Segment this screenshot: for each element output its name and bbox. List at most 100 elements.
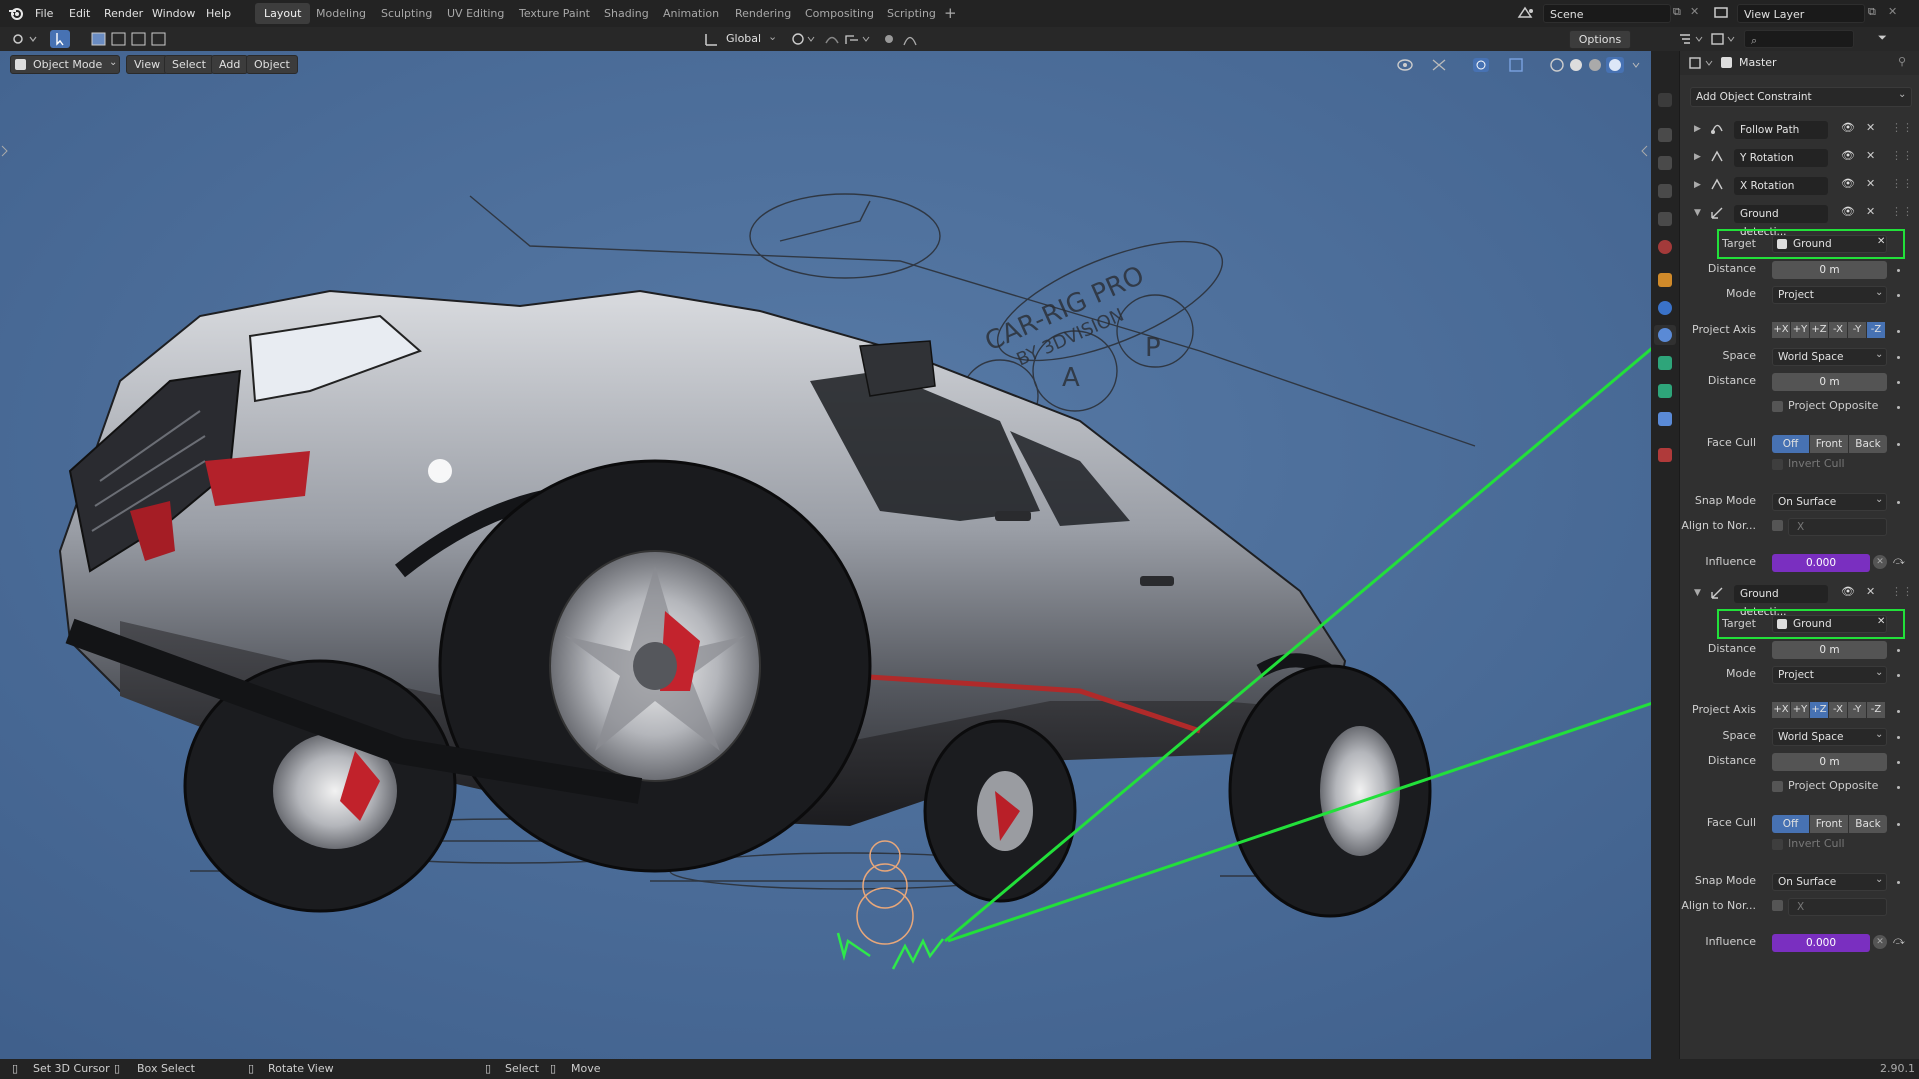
orientation-dropdown[interactable]: Global	[726, 30, 761, 48]
project-distance-field[interactable]: 0 m	[1772, 753, 1887, 771]
axis-pos-y[interactable]: +Y	[1791, 322, 1809, 338]
drag-handle-icon[interactable]: ⋮⋮	[1891, 121, 1913, 134]
editor-type-icon[interactable]	[10, 30, 38, 48]
add-constraint-chevron-icon[interactable]: ⌄	[1898, 89, 1906, 100]
collapse-arrow-icon[interactable]: ▼	[1694, 588, 1701, 598]
tab-rendering[interactable]: Rendering	[726, 3, 800, 24]
render-tab-icon[interactable]	[1658, 128, 1672, 142]
keyframe-dot[interactable]	[1897, 786, 1900, 789]
project-distance-field[interactable]: 0 m	[1772, 373, 1887, 391]
face-cull-front[interactable]: Front	[1810, 815, 1848, 833]
influence-slider[interactable]: 0.000	[1772, 934, 1870, 952]
scene-close-icon[interactable]: ✕	[1690, 5, 1699, 18]
scene-tab-icon[interactable]	[1658, 212, 1672, 226]
align-to-normal-checkbox[interactable]	[1772, 520, 1783, 531]
constraint-name-field[interactable]: X Rotation	[1734, 177, 1828, 195]
options-button[interactable]: Options	[1569, 30, 1631, 49]
chevron-down-icon[interactable]: ⌄	[1875, 349, 1883, 360]
space-dropdown[interactable]: World Space	[1772, 728, 1887, 746]
outliner-editor-icon[interactable]	[1678, 31, 1706, 47]
axis-pos-z[interactable]: +Z	[1810, 322, 1828, 338]
eye-icon[interactable]: 👁	[1841, 121, 1855, 134]
keyframe-dot[interactable]	[1897, 294, 1900, 297]
invert-cull-checkbox[interactable]	[1772, 839, 1783, 850]
tab-animation[interactable]: Animation	[654, 3, 728, 24]
tab-compositing[interactable]: Compositing	[796, 3, 883, 24]
add-object-constraint-dropdown[interactable]: Add Object Constraint	[1690, 87, 1912, 107]
tab-texture-paint[interactable]: Texture Paint	[510, 3, 599, 24]
face-cull-off[interactable]: Off	[1772, 815, 1809, 833]
constraint-name-field[interactable]: Ground detecti...	[1734, 585, 1828, 618]
view-menu[interactable]: View	[126, 55, 169, 74]
keyframe-dot[interactable]	[1897, 649, 1900, 652]
eye-icon[interactable]: 👁	[1841, 585, 1855, 598]
eye-icon[interactable]: 👁	[1841, 149, 1855, 162]
mode-dropdown[interactable]: Project	[1772, 666, 1887, 684]
object-tab-icon[interactable]	[1658, 273, 1672, 287]
select-tool-icon[interactable]	[50, 30, 70, 48]
menu-help[interactable]: Help	[199, 0, 238, 27]
expand-arrow-icon[interactable]: ▶	[1694, 180, 1701, 190]
align-axis-dropdown[interactable]: X	[1788, 898, 1887, 916]
keyframe-dot[interactable]	[1897, 761, 1900, 764]
snap-mode-dropdown[interactable]: On Surface	[1772, 493, 1887, 511]
axis-pos-x[interactable]: +X	[1772, 702, 1790, 718]
axis-neg-x[interactable]: -X	[1829, 702, 1847, 718]
menu-file[interactable]: File	[28, 0, 60, 27]
bone-constraint-tab-icon[interactable]	[1658, 412, 1672, 426]
keyframe-dot[interactable]	[1897, 443, 1900, 446]
target-field[interactable]: Ground	[1772, 235, 1887, 253]
keyframe-dot[interactable]	[1897, 823, 1900, 826]
tab-sculpting[interactable]: Sculpting	[372, 3, 441, 24]
face-cull-front[interactable]: Front	[1810, 435, 1848, 453]
snap-icon[interactable]	[823, 30, 871, 48]
influence-slider[interactable]: 0.000	[1772, 554, 1870, 572]
eye-icon[interactable]: 👁	[1841, 177, 1855, 190]
keyframe-dot[interactable]	[1897, 736, 1900, 739]
axis-neg-z[interactable]: -Z	[1867, 702, 1885, 718]
target-field[interactable]: Ground	[1772, 615, 1887, 633]
axis-pos-z[interactable]: +Z	[1810, 702, 1828, 718]
drag-handle-icon[interactable]: ⋮⋮	[1891, 149, 1913, 162]
expand-arrow-icon[interactable]: ▶	[1694, 152, 1701, 162]
snap-mode-dropdown[interactable]: On Surface	[1772, 873, 1887, 891]
face-cull-back[interactable]: Back	[1849, 435, 1887, 453]
axis-neg-y[interactable]: -Y	[1848, 702, 1866, 718]
menu-render[interactable]: Render	[97, 0, 150, 27]
collapse-arrow-icon[interactable]: ▼	[1694, 208, 1701, 218]
project-opposite-checkbox[interactable]	[1772, 401, 1783, 412]
view-layer-field[interactable]: View Layer	[1737, 4, 1865, 23]
tab-scripting[interactable]: Scripting	[878, 3, 945, 24]
expand-arrow-icon[interactable]: ▶	[1694, 124, 1701, 134]
axis-neg-x[interactable]: -X	[1829, 322, 1847, 338]
constraint-name-field[interactable]: Ground detecti...	[1734, 205, 1828, 238]
menu-window[interactable]: Window	[145, 0, 202, 27]
axis-neg-z[interactable]: -Z	[1867, 322, 1885, 338]
chevron-down-icon[interactable]: ⌄	[1875, 287, 1883, 298]
keyframe-dot[interactable]	[1897, 330, 1900, 333]
selection-mode-icons[interactable]	[90, 30, 180, 48]
world-tab-icon[interactable]	[1658, 240, 1672, 254]
scene-icon[interactable]	[1517, 5, 1535, 21]
disable-keep-transform-icon[interactable]: ✕	[1873, 555, 1887, 569]
select-menu[interactable]: Select	[164, 55, 214, 74]
chevron-down-icon[interactable]: ⌄	[1875, 729, 1883, 740]
delete-icon[interactable]: ✕	[1866, 121, 1875, 134]
scene-name-field[interactable]: Scene	[1543, 4, 1671, 23]
pin-icon[interactable]: ⚲	[1898, 55, 1906, 68]
orientation-chevron-icon[interactable]: ⌄	[768, 30, 777, 43]
filter-icon[interactable]: ⏷	[1878, 31, 1887, 45]
output-tab-icon[interactable]	[1658, 156, 1672, 170]
add-workspace-icon[interactable]: +	[944, 4, 957, 22]
keyframe-dot[interactable]	[1897, 269, 1900, 272]
delete-icon[interactable]: ✕	[1866, 149, 1875, 162]
blender-logo-icon[interactable]	[8, 5, 24, 21]
proportional-edit-icon[interactable]	[880, 30, 928, 48]
chevron-down-icon[interactable]: ⌄	[1875, 667, 1883, 678]
keyframe-dot[interactable]	[1897, 881, 1900, 884]
keyframe-dot[interactable]	[1897, 381, 1900, 384]
project-opposite-checkbox[interactable]	[1772, 781, 1783, 792]
axis-pos-y[interactable]: +Y	[1791, 702, 1809, 718]
3d-viewport[interactable]: CAR-RIG PRO BY 3DVISION A P	[0, 51, 1651, 1059]
properties-editor-icon[interactable]	[1688, 55, 1716, 71]
